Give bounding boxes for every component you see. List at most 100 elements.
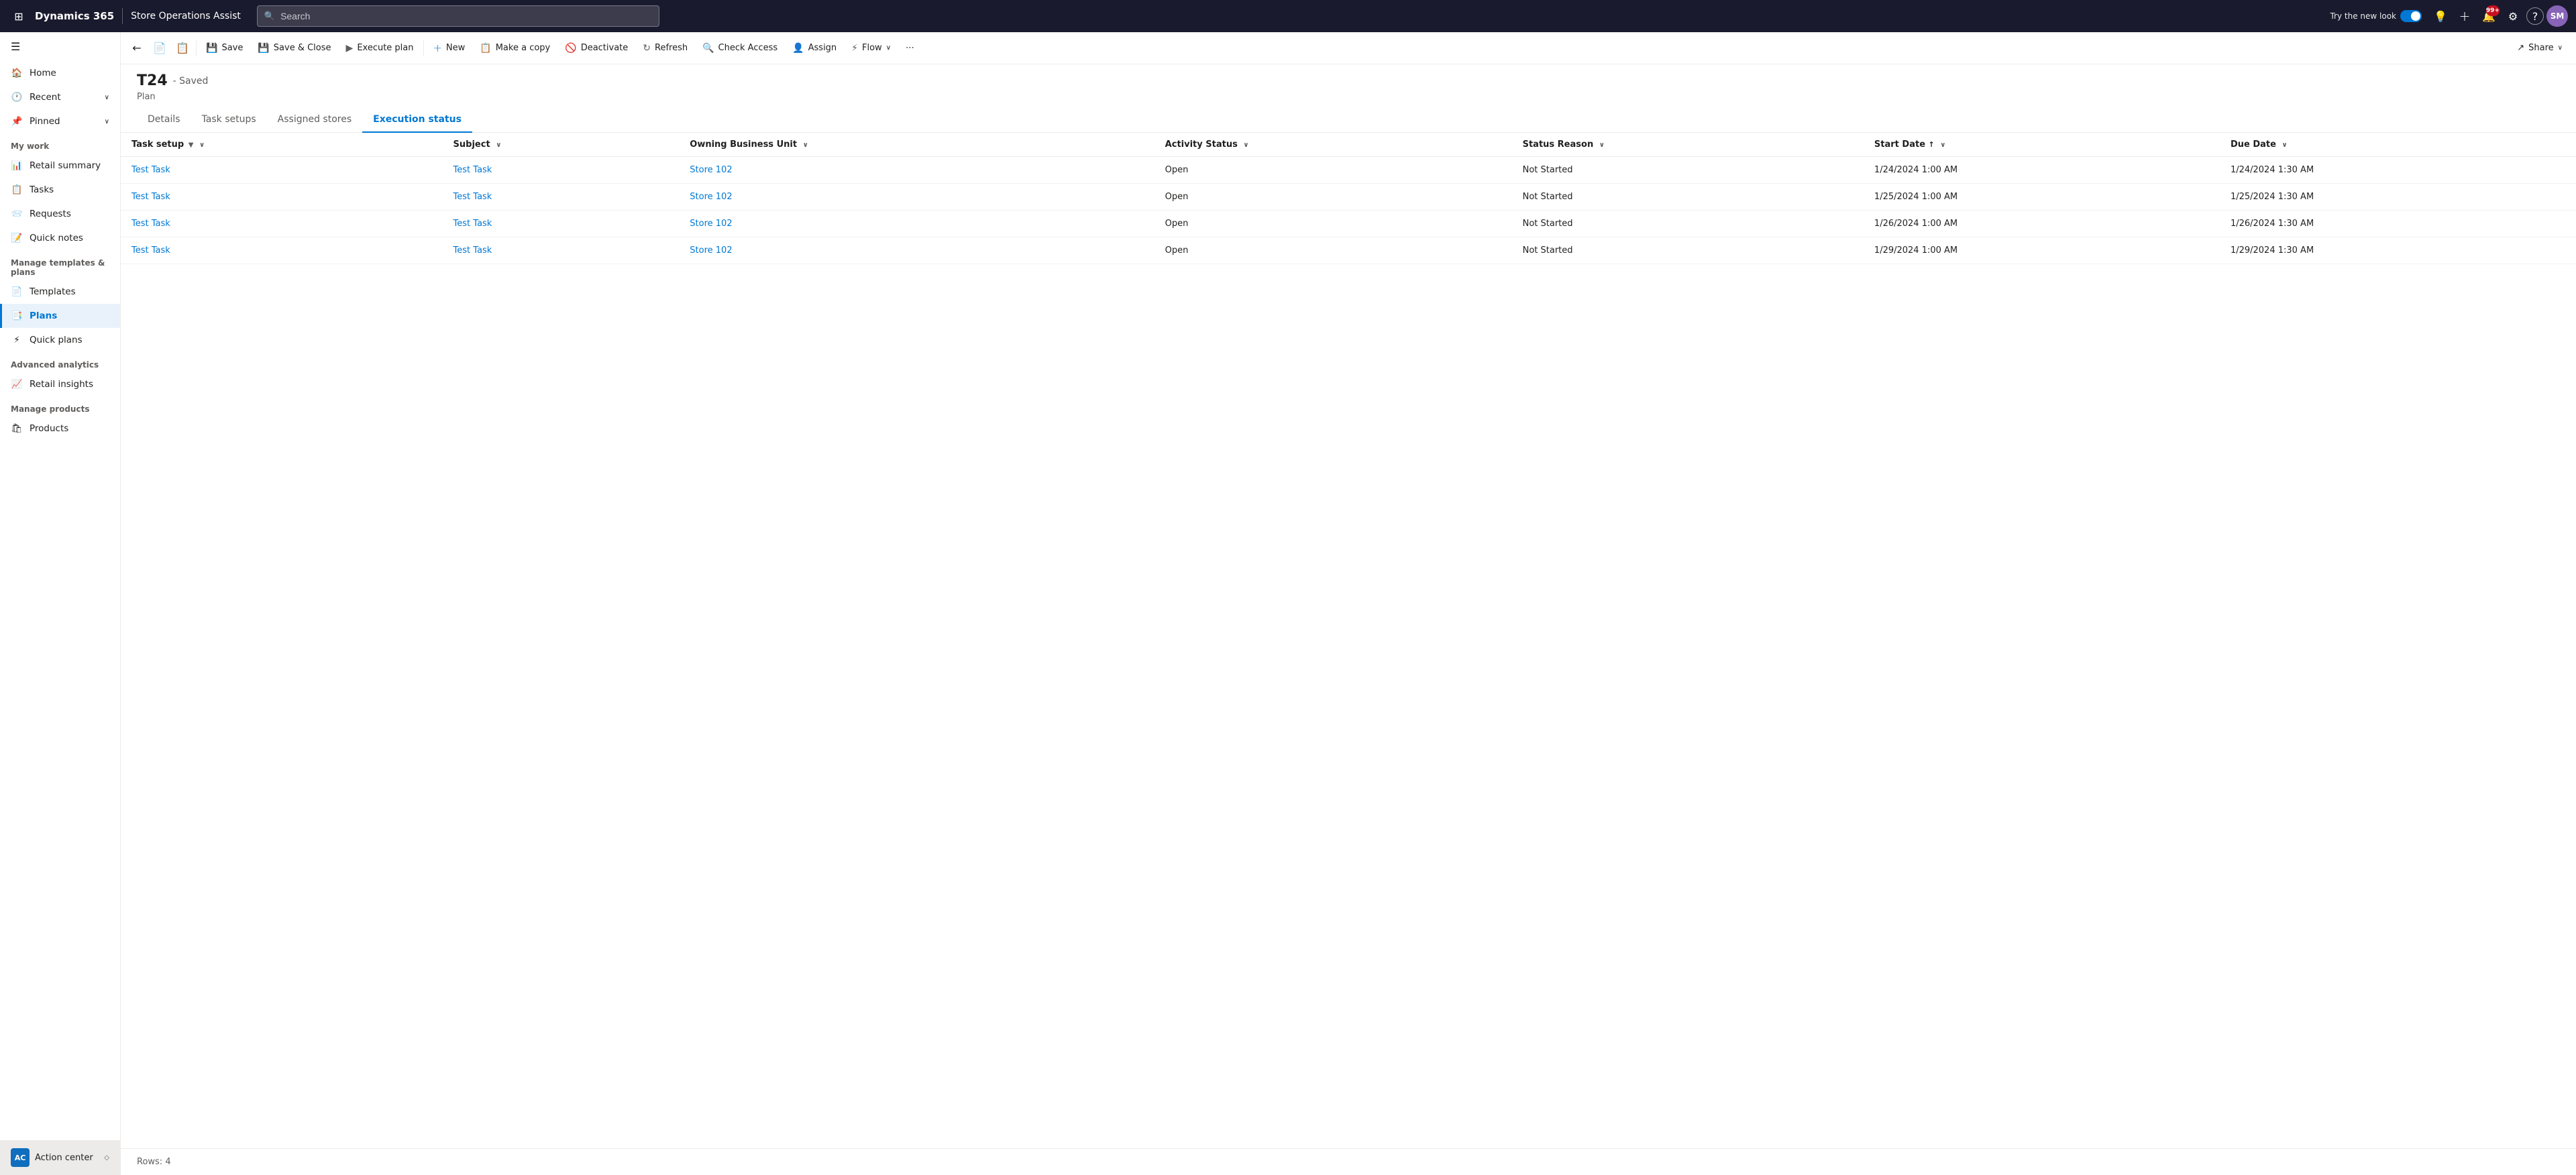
col-activity-status[interactable]: Activity Status ∨ (1155, 133, 1512, 157)
table-row: Test Task Test Task Store 102 Open Not S… (121, 157, 2576, 184)
subject-link-1[interactable]: Test Task (453, 192, 492, 202)
tab-task-setups[interactable]: Task setups (191, 107, 267, 133)
sidebar-item-retail-summary[interactable]: 📊 Retail summary (0, 154, 120, 178)
task-setup-link-2[interactable]: Test Task (131, 219, 170, 229)
search-bar[interactable]: 🔍 (257, 5, 659, 27)
clipboard-icon-button[interactable]: 📋 (172, 38, 193, 59)
settings-icon[interactable]: ⚙ (2502, 5, 2524, 27)
recent-icon: 🕐 (11, 92, 23, 103)
make-copy-button[interactable]: 📋 Make a copy (473, 39, 557, 58)
col-subject[interactable]: Subject ∨ (443, 133, 680, 157)
tab-details[interactable]: Details (137, 107, 191, 133)
sidebar-item-retail-insights[interactable]: 📈 Retail insights (0, 372, 120, 396)
task-setup-link-0[interactable]: Test Task (131, 165, 170, 175)
page-title: T24 (137, 72, 168, 89)
help-icon[interactable]: ? (2526, 7, 2544, 25)
cell-owning-business-unit-0[interactable]: Store 102 (679, 157, 1154, 184)
sidebar-toggle[interactable]: ☰ (0, 32, 120, 61)
cell-task-setup-3[interactable]: Test Task (121, 237, 443, 264)
add-icon[interactable]: + (2454, 5, 2475, 27)
execute-plan-label: Execute plan (357, 43, 413, 53)
save-close-button[interactable]: 💾 Save & Close (251, 39, 337, 58)
sidebar-item-quick-plans[interactable]: ⚡ Quick plans (0, 328, 120, 352)
action-center[interactable]: AC Action center ◇ (0, 1140, 120, 1175)
quick-plans-icon: ⚡ (11, 335, 23, 345)
sidebar-item-plans[interactable]: 📑 Plans (0, 304, 120, 328)
table-row: Test Task Test Task Store 102 Open Not S… (121, 211, 2576, 237)
back-button[interactable]: ← (126, 38, 148, 59)
user-avatar[interactable]: SM (2546, 5, 2568, 27)
col-task-setup[interactable]: Task setup ▼ ∨ (121, 133, 443, 157)
cell-owning-business-unit-3[interactable]: Store 102 (679, 237, 1154, 264)
sidebar-item-requests[interactable]: 📨 Requests (0, 202, 120, 226)
home-icon: 🏠 (11, 68, 23, 78)
tab-execution-status[interactable]: Execution status (362, 107, 472, 133)
new-button[interactable]: + New (427, 38, 472, 58)
save-label: Save (221, 43, 243, 53)
flow-button[interactable]: ⚡ Flow ∨ (845, 39, 898, 58)
cell-subject-3[interactable]: Test Task (443, 237, 680, 264)
pinned-expand-icon: ∨ (105, 118, 109, 125)
status-reason-sort-icon: ∨ (1599, 142, 1605, 149)
content-area: ← 📄 📋 💾 Save 💾 Save & Close ▶ Execute pl… (121, 32, 2576, 1175)
apps-grid-icon[interactable]: ⊞ (8, 5, 30, 27)
cell-activity-status-0: Open (1155, 157, 1512, 184)
sidebar-item-label: Pinned (30, 116, 60, 127)
deactivate-button[interactable]: 🚫 Deactivate (558, 39, 635, 58)
page-icon-button[interactable]: 📄 (149, 38, 170, 59)
toolbar-separator-1 (196, 40, 197, 56)
save-close-label: Save & Close (274, 43, 331, 53)
col-status-reason[interactable]: Status Reason ∨ (1512, 133, 1864, 157)
task-setup-link-3[interactable]: Test Task (131, 245, 170, 256)
retail-summary-icon: 📊 (11, 160, 23, 171)
search-input[interactable] (280, 11, 652, 21)
action-center-diamond-icon: ◇ (104, 1154, 109, 1162)
owning-business-unit-link-0[interactable]: Store 102 (690, 165, 732, 175)
cell-start-date-0: 1/24/2024 1:00 AM (1864, 157, 2220, 184)
notifications-button[interactable]: 🔔 99+ (2478, 5, 2500, 27)
refresh-button[interactable]: ↻ Refresh (636, 39, 694, 58)
toolbar-right: ↗ Share ∨ (2509, 39, 2571, 57)
cell-task-setup-2[interactable]: Test Task (121, 211, 443, 237)
check-access-button[interactable]: 🔍 Check Access (696, 39, 784, 58)
task-setup-link-1[interactable]: Test Task (131, 192, 170, 202)
assign-button[interactable]: 👤 Assign (786, 39, 843, 58)
tab-assigned-stores[interactable]: Assigned stores (267, 107, 362, 133)
new-look-toggle[interactable] (2400, 10, 2422, 22)
sidebar-item-quick-notes[interactable]: 📝 Quick notes (0, 226, 120, 250)
cell-task-setup-1[interactable]: Test Task (121, 184, 443, 211)
owning-business-unit-link-1[interactable]: Store 102 (690, 192, 732, 202)
more-button[interactable]: ⋯ (899, 39, 921, 57)
share-button[interactable]: ↗ Share ∨ (2509, 39, 2571, 57)
execute-plan-button[interactable]: ▶ Execute plan (339, 39, 421, 58)
deactivate-icon: 🚫 (565, 43, 576, 54)
sidebar-item-home[interactable]: 🏠 Home (0, 61, 120, 85)
owning-business-unit-link-3[interactable]: Store 102 (690, 245, 732, 256)
subject-link-0[interactable]: Test Task (453, 165, 492, 175)
cell-subject-0[interactable]: Test Task (443, 157, 680, 184)
save-button[interactable]: 💾 Save (199, 39, 250, 58)
templates-icon: 📄 (11, 286, 23, 297)
sidebar-item-products[interactable]: 🛍 Products (0, 416, 120, 441)
sidebar: ☰ 🏠 Home 🕐 Recent ∨ 📌 Pinned ∨ My work 📊… (0, 32, 121, 1175)
cell-owning-business-unit-1[interactable]: Store 102 (679, 184, 1154, 211)
cell-task-setup-0[interactable]: Test Task (121, 157, 443, 184)
sidebar-item-templates[interactable]: 📄 Templates (0, 280, 120, 304)
sidebar-item-recent[interactable]: 🕐 Recent ∨ (0, 85, 120, 109)
new-icon: + (433, 42, 442, 54)
subject-link-3[interactable]: Test Task (453, 245, 492, 256)
col-start-date[interactable]: Start Date ↑ ∨ (1864, 133, 2220, 157)
sidebar-item-pinned[interactable]: 📌 Pinned ∨ (0, 109, 120, 133)
col-owning-business-unit[interactable]: Owning Business Unit ∨ (679, 133, 1154, 157)
owning-business-unit-link-2[interactable]: Store 102 (690, 219, 732, 229)
cell-owning-business-unit-2[interactable]: Store 102 (679, 211, 1154, 237)
lightbulb-icon[interactable]: 💡 (2430, 5, 2451, 27)
manage-templates-section-title: Manage templates & plans (0, 250, 120, 280)
sidebar-item-tasks[interactable]: 📋 Tasks (0, 178, 120, 202)
cell-due-date-0: 1/24/2024 1:30 AM (2220, 157, 2576, 184)
col-due-date[interactable]: Due Date ∨ (2220, 133, 2576, 157)
subject-link-2[interactable]: Test Task (453, 219, 492, 229)
cell-status-reason-0: Not Started (1512, 157, 1864, 184)
cell-subject-1[interactable]: Test Task (443, 184, 680, 211)
cell-subject-2[interactable]: Test Task (443, 211, 680, 237)
